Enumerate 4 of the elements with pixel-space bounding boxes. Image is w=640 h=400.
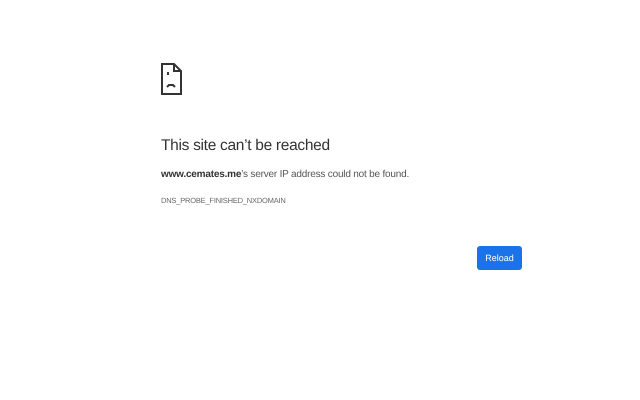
error-title: This site can’t be reached <box>161 137 330 155</box>
sad-page-icon <box>161 63 182 95</box>
error-message: www.cemates.me’s server IP address could not be found. <box>161 169 410 180</box>
reload-button[interactable]: Reload <box>477 246 522 270</box>
